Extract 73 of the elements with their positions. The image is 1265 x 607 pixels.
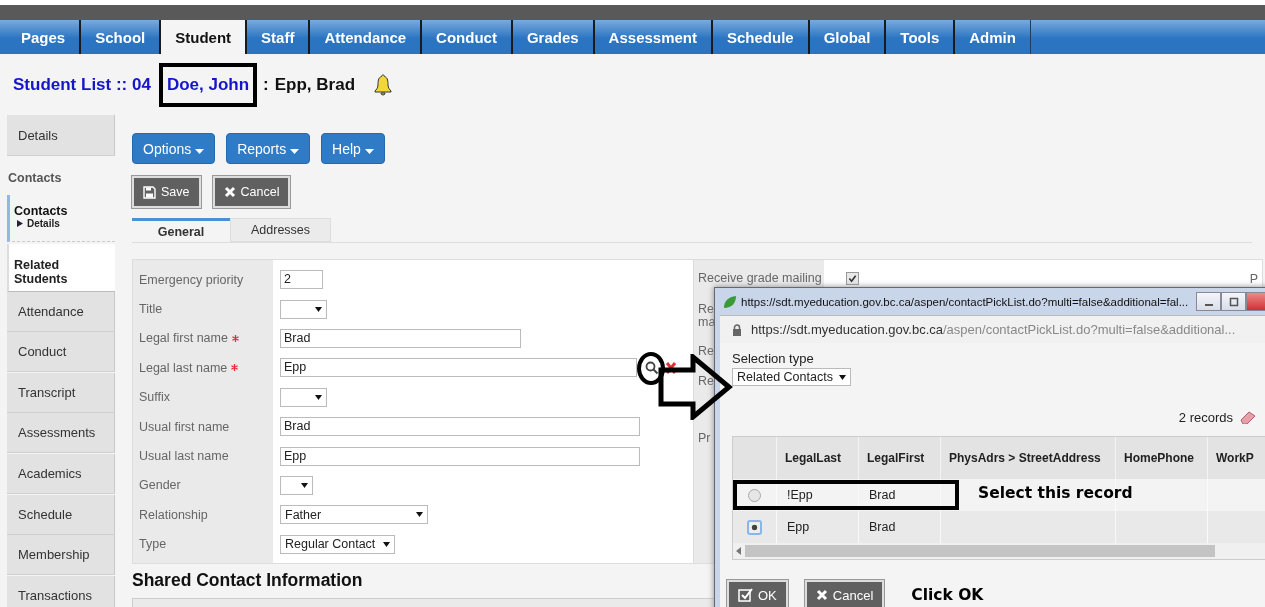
window-title: https://sdt.myeducation.gov.bc.ca/aspen/contactPickList.do?multi=false&additional=fal... [741,295,1189,308]
text-field[interactable]: Brad [280,328,521,348]
dialog-button[interactable]: OK [727,580,788,607]
table-cell: Brad [869,520,896,534]
field-label: Usual first name [139,419,230,434]
dropdown[interactable]: Regular Contact [280,534,396,554]
text-field[interactable]: Epp [280,358,637,378]
field-label: Legal last name [139,360,228,375]
sidebar-item-label[interactable]: Contacts [14,203,115,218]
nav-tab[interactable]: Pages [7,20,82,54]
text-field[interactable]: 2 [280,270,323,290]
table-cell: !Epp [787,488,813,502]
sidebar-heading: Contacts [7,169,63,187]
annotation-text: Select this record [978,484,1133,502]
sidebar-item[interactable]: Attendance [7,291,115,332]
breadcrumb-separator: : [263,74,269,95]
field-label: Receive grade mailing [698,271,822,285]
nav-tab[interactable]: Tools [886,20,956,54]
selection-label: Selection type [732,351,815,366]
breadcrumb-link[interactable]: Doe, John [158,62,258,107]
field-label: Type [139,537,167,552]
action-button[interactable]: Save [132,176,201,208]
nav-tab[interactable]: Grades [512,20,595,54]
sidebar-item[interactable]: Transcript [7,372,115,413]
menu-button[interactable]: Reports [226,133,311,164]
field-label: Gender [139,478,181,493]
sidebar-item[interactable]: Contacts Details [7,194,115,242]
form-tab[interactable]: Addresses [230,218,332,242]
nav-tab[interactable]: Student [161,20,248,54]
nav-tab[interactable]: Staff [247,20,311,54]
nav-tab[interactable]: Attendance [310,20,423,54]
dialog-button[interactable]: Cancel [804,580,885,607]
field-label: Relationship [139,507,208,522]
nav-tab[interactable]: Global [809,20,887,54]
field-label: Title [139,302,163,317]
field-label: Usual last name [139,449,229,464]
field-label: Re [698,344,714,358]
field-label: Emergency priority [139,272,244,287]
url-text: https://sdt.myeducation.gov.bc.ca/aspen/contactPickList.do?multi=false&additional... [751,322,1236,337]
sidebar-subitem[interactable]: Details [27,217,60,229]
field-label: Re [698,374,714,388]
record-count: 2 records [1178,409,1233,425]
sidebar-item[interactable]: Conduct [7,332,115,373]
dropdown[interactable]: Father [280,505,428,525]
field-label: Pr [698,431,712,445]
address-bar[interactable]: https://sdt.myeducation.gov.bc.ca/aspen/contactPickList.do?multi=false&additional... [720,315,1265,343]
field-label: P [1249,272,1258,286]
field-label: Suffix [139,390,171,405]
text-field[interactable]: Brad [280,417,640,437]
sidebar-item[interactable]: Academics [7,453,115,494]
table-cell: Brad [869,488,896,502]
sidebar-item[interactable]: Membership [7,535,115,576]
breadcrumb-link[interactable]: Student List :: 04 [13,74,151,95]
action-button[interactable]: Cancel [212,176,291,208]
sidebar-item[interactable]: Details [7,115,115,156]
nav-tab[interactable]: Conduct [422,20,513,54]
field-label: Legal first name [139,331,228,346]
table-cell: Epp [787,520,810,534]
dropdown[interactable]: Related Contacts [732,368,851,386]
nav-tab[interactable]: Admin [955,20,1031,54]
menu-button[interactable]: Help [321,133,385,164]
nav-tab[interactable]: Assessment [594,20,713,54]
sidebar-item[interactable]: Related Students [7,243,115,292]
sidebar-item[interactable]: Assessments [7,413,115,454]
text-field[interactable]: Epp [280,446,640,466]
annotation-text: Click OK [911,586,984,604]
menu-button[interactable]: Options [132,133,216,164]
section-title: Shared Contact Information [132,570,363,591]
sidebar-item[interactable]: Schedule [7,494,115,535]
field-label: Re ma [698,303,714,329]
nav-tab[interactable]: Schedule [713,20,810,54]
breadcrumb-current: Epp, Brad [274,74,356,95]
sidebar-item[interactable]: Transactions [7,575,115,607]
